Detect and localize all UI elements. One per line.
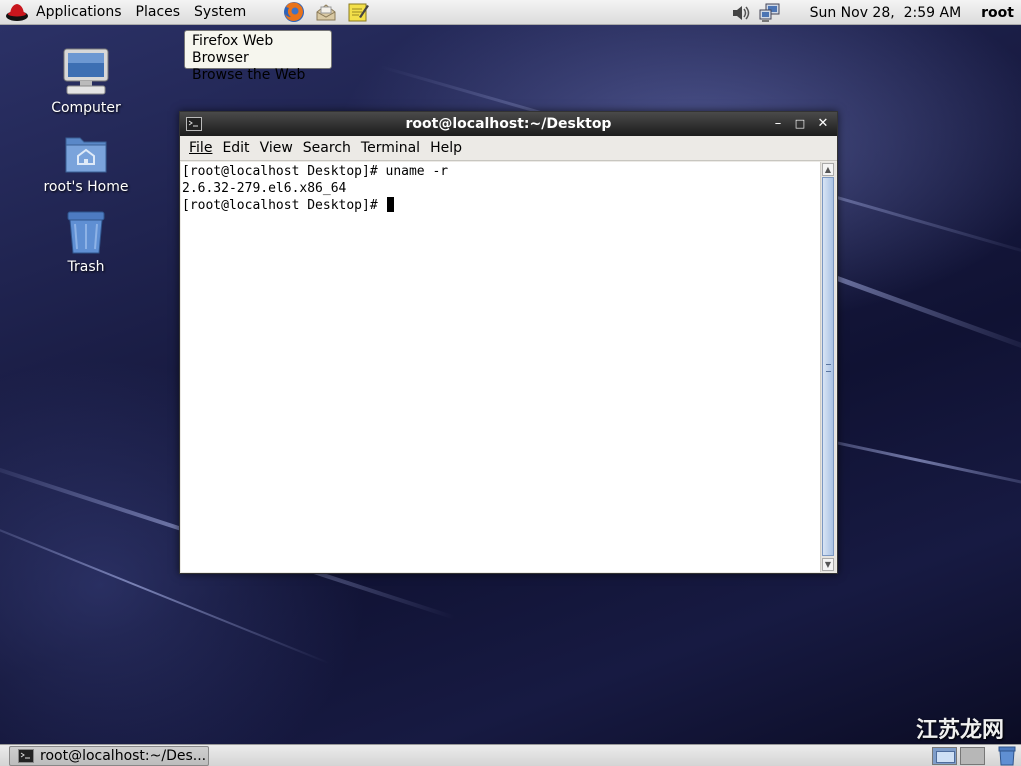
terminal-line: 2.6.32-279.el6.x86_64 <box>182 181 347 196</box>
terminal-prompt-line: [root@localhost Desktop]# <box>182 197 820 214</box>
system-menu[interactable]: System <box>187 0 253 25</box>
window-title: root@localhost:~/Desktop <box>405 116 612 132</box>
menu-file[interactable]: File <box>184 136 217 160</box>
text-cursor <box>386 197 394 212</box>
applications-menu[interactable]: Applications <box>29 0 129 25</box>
window-titlebar[interactable]: root@localhost:~/Desktop – □ ✕ <box>180 112 837 136</box>
maximize-button[interactable]: □ <box>791 115 809 133</box>
trash-icon <box>67 211 105 254</box>
desktop-icon-label: root's Home <box>43 179 129 195</box>
volume-icon[interactable] <box>730 2 752 24</box>
places-menu[interactable]: Places <box>129 0 188 25</box>
firefox-tooltip: Firefox Web Browser Browse the Web <box>184 30 332 83</box>
terminal-output[interactable]: [root@localhost Desktop]# uname -r 2.6.32… <box>181 162 821 572</box>
desktop-icon-home[interactable]: root's Home <box>31 130 141 195</box>
workspace-2[interactable] <box>960 747 985 765</box>
desktop-icon-label: Trash <box>67 259 105 275</box>
vertical-scrollbar[interactable]: ▲ ▼ <box>820 162 836 572</box>
menu-terminal[interactable]: Terminal <box>356 136 425 160</box>
bottom-panel: root@localhost:~/Des... <box>0 744 1021 766</box>
scroll-down-button[interactable]: ▼ <box>822 558 834 571</box>
tooltip-title: Firefox Web Browser <box>192 33 274 66</box>
firefox-icon[interactable] <box>283 1 305 23</box>
mail-icon[interactable] <box>315 1 337 23</box>
taskbar-window-button[interactable]: root@localhost:~/Des... <box>9 746 209 766</box>
redhat-logo-icon[interactable] <box>5 1 29 23</box>
top-panel: Applications Places System Sun Nov 28, 2… <box>0 0 1021 25</box>
trash-applet-icon[interactable] <box>996 746 1018 766</box>
taskbar-window-label: root@localhost:~/Des... <box>40 748 207 764</box>
menu-view[interactable]: View <box>255 136 298 160</box>
terminal-icon <box>18 749 34 763</box>
workspace-1[interactable] <box>932 747 957 765</box>
terminal-line: [root@localhost Desktop]# uname -r <box>182 164 449 179</box>
terminal-line: [root@localhost Desktop]# <box>182 198 386 213</box>
menu-help[interactable]: Help <box>425 136 467 160</box>
clock[interactable]: Sun Nov 28, 2:59 AM <box>810 5 962 21</box>
scroll-thumb[interactable] <box>822 177 834 556</box>
desktop-icon-computer[interactable]: Computer <box>31 47 141 116</box>
menu-edit[interactable]: Edit <box>217 136 254 160</box>
close-button[interactable]: ✕ <box>814 115 832 133</box>
scroll-up-button[interactable]: ▲ <box>822 163 834 176</box>
network-icon[interactable] <box>758 2 782 24</box>
terminal-menubar: File Edit View Search Terminal Help <box>180 136 837 161</box>
desktop-icon-label: Computer <box>51 100 121 116</box>
user-menu[interactable]: root <box>981 5 1014 21</box>
terminal-window[interactable]: root@localhost:~/Desktop – □ ✕ File Edit… <box>179 111 838 574</box>
home-folder-icon <box>65 137 107 173</box>
watermark: 江苏龙网 <box>916 718 1005 743</box>
tooltip-description: Browse the Web <box>192 67 306 83</box>
computer-icon <box>63 48 109 95</box>
notes-icon[interactable] <box>347 1 370 23</box>
menu-search[interactable]: Search <box>298 136 356 160</box>
minimize-button[interactable]: – <box>769 115 787 133</box>
desktop-icon-trash[interactable]: Trash <box>31 210 141 275</box>
